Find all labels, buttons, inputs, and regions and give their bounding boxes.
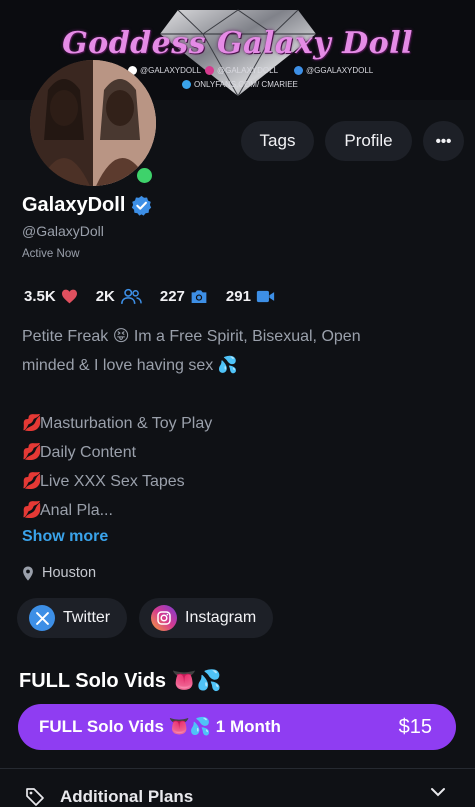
- bio-list-item: 💋Live XXX Sex Tapes: [22, 467, 462, 496]
- subscribe-price: $15: [398, 715, 432, 738]
- active-status: Active Now: [22, 248, 80, 260]
- lips-icon: 💋: [22, 473, 42, 490]
- profile-button-label: Profile: [344, 131, 393, 150]
- instagram-link[interactable]: Instagram: [139, 598, 273, 638]
- more-icon: •••: [435, 132, 452, 150]
- videos-count: 291: [225, 287, 251, 305]
- additional-plans-label: Additional Plans: [60, 787, 194, 806]
- video-icon: [256, 290, 275, 302]
- bio-line: minded & I love having sex 💦: [22, 357, 238, 374]
- show-more-link[interactable]: Show more: [22, 528, 108, 546]
- location-label: Houston: [42, 565, 97, 581]
- instagram-label: Instagram: [185, 609, 257, 626]
- additional-plans-toggle[interactable]: Additional Plans: [25, 787, 193, 807]
- location: Houston: [22, 565, 96, 581]
- subscription-section-title: FULL Solo Vids 👅💦: [19, 670, 222, 692]
- videos-stat: 291: [226, 288, 275, 305]
- photos-stat: 227: [160, 288, 208, 305]
- bio-list-item: 💋Daily Content: [22, 438, 462, 467]
- lips-icon: 💋: [22, 502, 42, 519]
- bio-list-item: 💋Masturbation & Toy Play: [22, 409, 462, 438]
- profile-bio: Petite Freak 😝 Im a Free Spirit, Bisexua…: [22, 322, 462, 525]
- tags-button-label: Tags: [259, 131, 296, 150]
- bio-line: Petite Freak 😝 Im a Free Spirit, Bisexua…: [22, 328, 361, 345]
- location-pin-icon: [23, 565, 33, 581]
- online-status-dot: [134, 165, 155, 186]
- subscribe-plan-label: FULL Solo Vids 👅💦 1 Month: [39, 717, 281, 736]
- profile-stats: 3.5K 2K 227 291: [24, 285, 293, 307]
- photos-count: 227: [159, 287, 185, 305]
- twitter-link[interactable]: Twitter: [17, 598, 127, 638]
- chevron-down-icon[interactable]: [430, 786, 446, 798]
- likes-stat: 3.5K: [24, 288, 78, 305]
- instagram-icon: [151, 605, 177, 631]
- likes-count: 3.5K: [24, 287, 56, 305]
- lips-icon: 💋: [22, 415, 42, 432]
- camera-icon: [191, 289, 207, 303]
- bio-list-item: 💋Anal Pla...: [22, 496, 462, 525]
- divider: [0, 768, 475, 769]
- fans-icon: [120, 288, 142, 304]
- profile-username: @GalaxyDoll: [22, 223, 104, 239]
- fans-count: 2K: [95, 287, 115, 305]
- bio-spacer: [22, 380, 462, 409]
- tag-icon: [26, 788, 44, 806]
- banner-handle-3: @GGALAXYDOLL: [294, 66, 373, 76]
- banner-onlyfans: ONLYFANS.COM/ CMARIEE: [182, 80, 298, 90]
- tags-button[interactable]: Tags: [241, 121, 314, 161]
- subscribe-button[interactable]: FULL Solo Vids 👅💦 1 Month $15: [18, 704, 456, 750]
- twitter-icon: [294, 66, 303, 76]
- x-twitter-icon: [29, 605, 55, 631]
- banner-handle-2: @GALAXYDOLL: [205, 66, 278, 76]
- verified-icon: [131, 195, 152, 216]
- instagram-icon: [205, 66, 214, 76]
- twitter-label: Twitter: [63, 609, 111, 626]
- heart-icon: [61, 289, 77, 303]
- fans-stat: 2K: [96, 288, 142, 305]
- banner-title: Goddess Galaxy Doll: [62, 26, 413, 61]
- onlyfans-icon: [182, 80, 191, 90]
- profile-button[interactable]: Profile: [325, 121, 412, 161]
- lips-icon: 💋: [22, 444, 42, 461]
- more-options-button[interactable]: •••: [423, 121, 464, 161]
- profile-name: GalaxyDoll: [22, 194, 126, 216]
